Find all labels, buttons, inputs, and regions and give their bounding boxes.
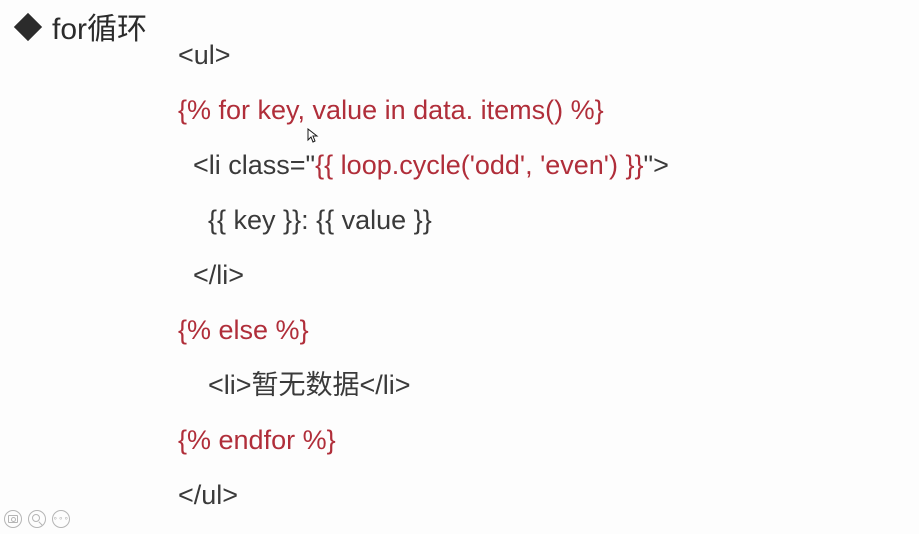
- heading-text: for循环: [52, 4, 147, 48]
- code-line-9: </ul>: [178, 482, 669, 509]
- search-icon[interactable]: [28, 510, 46, 528]
- code-line-3b: {{ loop.cycle('odd', 'even') }}: [315, 150, 643, 180]
- more-icon[interactable]: ∘∘∘: [52, 510, 70, 528]
- code-line-4: {{ key }}: {{ value }}: [178, 207, 669, 234]
- slide-heading: for循环: [18, 4, 147, 48]
- bottom-toolbar: ∘∘∘: [4, 510, 70, 528]
- code-line-1: <ul>: [178, 42, 669, 69]
- diamond-bullet-icon: [14, 13, 42, 41]
- code-line-3a: <li class=": [178, 150, 315, 180]
- code-line-2: {% for key, value in data. items() %}: [178, 97, 669, 124]
- code-block: <ul> {% for key, value in data. items() …: [178, 42, 669, 509]
- code-line-3: <li class="{{ loop.cycle('odd', 'even') …: [178, 152, 669, 179]
- code-line-8: {% endfor %}: [178, 427, 669, 454]
- code-line-5: </li>: [178, 262, 669, 289]
- code-line-3c: ">: [643, 150, 668, 180]
- code-line-7: <li>暂无数据</li>: [178, 372, 669, 399]
- code-line-6: {% else %}: [178, 317, 669, 344]
- camera-icon[interactable]: [4, 510, 22, 528]
